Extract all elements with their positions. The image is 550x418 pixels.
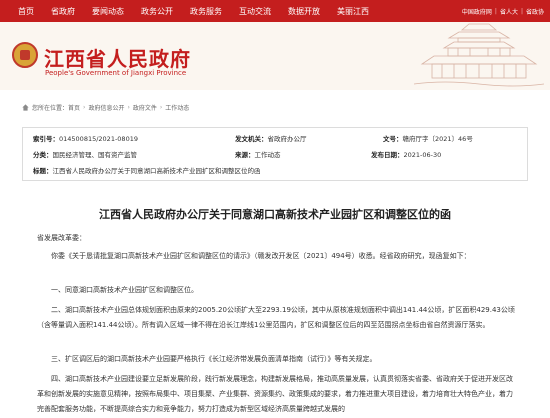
tengwang-pavilion-illustration	[414, 22, 544, 90]
article-title: 江西省人民政府办公厅关于同意湖口高新技术产业园扩区和调整区位的函	[99, 208, 451, 221]
link-separator: |	[494, 7, 497, 15]
index-label: 索引号：	[33, 135, 59, 143]
site-title[interactable]: 江西省人民政府	[44, 43, 191, 72]
date-field: 发布日期：2021-06-30	[371, 149, 441, 159]
top-nav-bar: 首页 省政府 要闻动态 政务公开 政务服务 互动交流 数据开放 美丽江西 中国政…	[0, 0, 550, 22]
site-subtitle: People's Government of Jiangxi Province	[45, 69, 187, 77]
title-field: 标题：江西省人民政府办公厅关于同意湖口高新技术产业园扩区和调整区位的函	[33, 165, 261, 175]
nav-item-news[interactable]: 要闻动态	[92, 6, 124, 17]
article-paragraph: 二、湖口高新技术产业园总体规划面积由原来的2005.20公顷扩大至2293.19…	[37, 306, 515, 329]
info-row: 分类：国民经济管理、国有资产监管 来源：工作动态 发布日期：2021-06-30	[23, 149, 527, 162]
nav-item-province-gov[interactable]: 省政府	[51, 6, 75, 17]
index-field: 索引号：014500815/2021-08019	[33, 133, 138, 143]
nav-item-beautiful-jiangxi[interactable]: 美丽江西	[337, 6, 369, 17]
nav-item-home[interactable]: 首页	[18, 6, 34, 17]
breadcrumb-work-news[interactable]: 工作动态	[165, 103, 189, 112]
docno-value: 赣府厅字〔2021〕46号	[402, 135, 473, 143]
chevron-right-icon: ›	[127, 104, 130, 111]
source-field: 来源：工作动态	[235, 149, 281, 159]
breadcrumb-gov-info[interactable]: 政府信息公开	[88, 103, 124, 112]
chevron-right-icon: ›	[83, 104, 86, 111]
nav-item-gov-services[interactable]: 政务服务	[190, 6, 222, 17]
national-emblem-icon	[12, 42, 38, 68]
breadcrumb-gov-docs[interactable]: 政府文件	[133, 103, 157, 112]
article-paragraph: 四、湖口高新技术产业园建设要立足新发展阶段，践行新发展理念，构建新发展格局，推动…	[37, 375, 513, 413]
org-value: 省政府办公厅	[267, 135, 307, 143]
nav-item-interaction[interactable]: 互动交流	[239, 6, 271, 17]
article-paragraph: 一、同意湖口高新技术产业园扩区和调整区位。	[51, 286, 198, 294]
org-label: 发文机关：	[235, 135, 268, 143]
document-info-table: 索引号：014500815/2021-08019 发文机关：省政府办公厅 文号：…	[22, 127, 528, 181]
article-paragraph: 三、扩区调区后的湖口高新技术产业园要严格执行《长江经济带发展负面清单指南（试行）…	[51, 355, 377, 363]
breadcrumb: 您所在位置： 首页 › 政府信息公开 › 政府文件 › 工作动态	[22, 103, 189, 112]
index-value: 014500815/2021-08019	[59, 135, 138, 143]
location-icon	[22, 104, 29, 111]
class-value: 国民经济管理、国有资产监管	[52, 151, 138, 159]
info-row: 索引号：014500815/2021-08019 发文机关：省政府办公厅 文号：…	[23, 133, 527, 146]
link-china-gov[interactable]: 中国政府网	[462, 7, 492, 16]
chevron-right-icon: ›	[159, 104, 163, 111]
main-nav: 首页 省政府 要闻动态 政务公开 政务服务 互动交流 数据开放 美丽江西	[0, 0, 369, 22]
nav-item-gov-affairs-open[interactable]: 政务公开	[141, 6, 173, 17]
title-label: 标题：	[33, 167, 53, 175]
title-value: 江西省人民政府办公厅关于同意湖口高新技术产业园扩区和调整区位的函	[52, 167, 261, 175]
breadcrumb-label: 您所在位置：	[32, 105, 69, 112]
article-salutation: 省发展改革委：	[37, 234, 86, 242]
date-label: 发布日期：	[371, 151, 404, 159]
docno-label: 文号：	[383, 135, 403, 143]
article-paragraph: 你委《关于恳请批复湖口高新技术产业园扩区和调整区位的请示》（赣发改开发区〔202…	[51, 252, 471, 260]
source-label: 来源：	[235, 151, 255, 159]
source-value: 工作动态	[254, 151, 281, 159]
org-field: 发文机关：省政府办公厅	[235, 133, 307, 143]
link-provincial-congress[interactable]: 省人大	[500, 7, 518, 16]
header-banner: 江西省人民政府 People's Government of Jiangxi P…	[0, 22, 550, 90]
class-field: 分类：国民经济管理、国有资产监管	[33, 149, 137, 159]
link-provincial-cppcc[interactable]: 省政协	[526, 7, 544, 16]
date-value: 2021-06-30	[403, 151, 442, 159]
class-label: 分类：	[33, 151, 53, 159]
external-links: 中国政府网 | 省人大 | 省政协	[462, 0, 544, 22]
breadcrumb-home[interactable]: 首页	[68, 103, 80, 112]
nav-item-open-data[interactable]: 数据开放	[288, 6, 320, 17]
info-row: 标题：江西省人民政府办公厅关于同意湖口高新技术产业园扩区和调整区位的函	[23, 165, 527, 178]
link-separator: |	[520, 7, 523, 15]
docno-field: 文号：赣府厅字〔2021〕46号	[383, 133, 473, 143]
